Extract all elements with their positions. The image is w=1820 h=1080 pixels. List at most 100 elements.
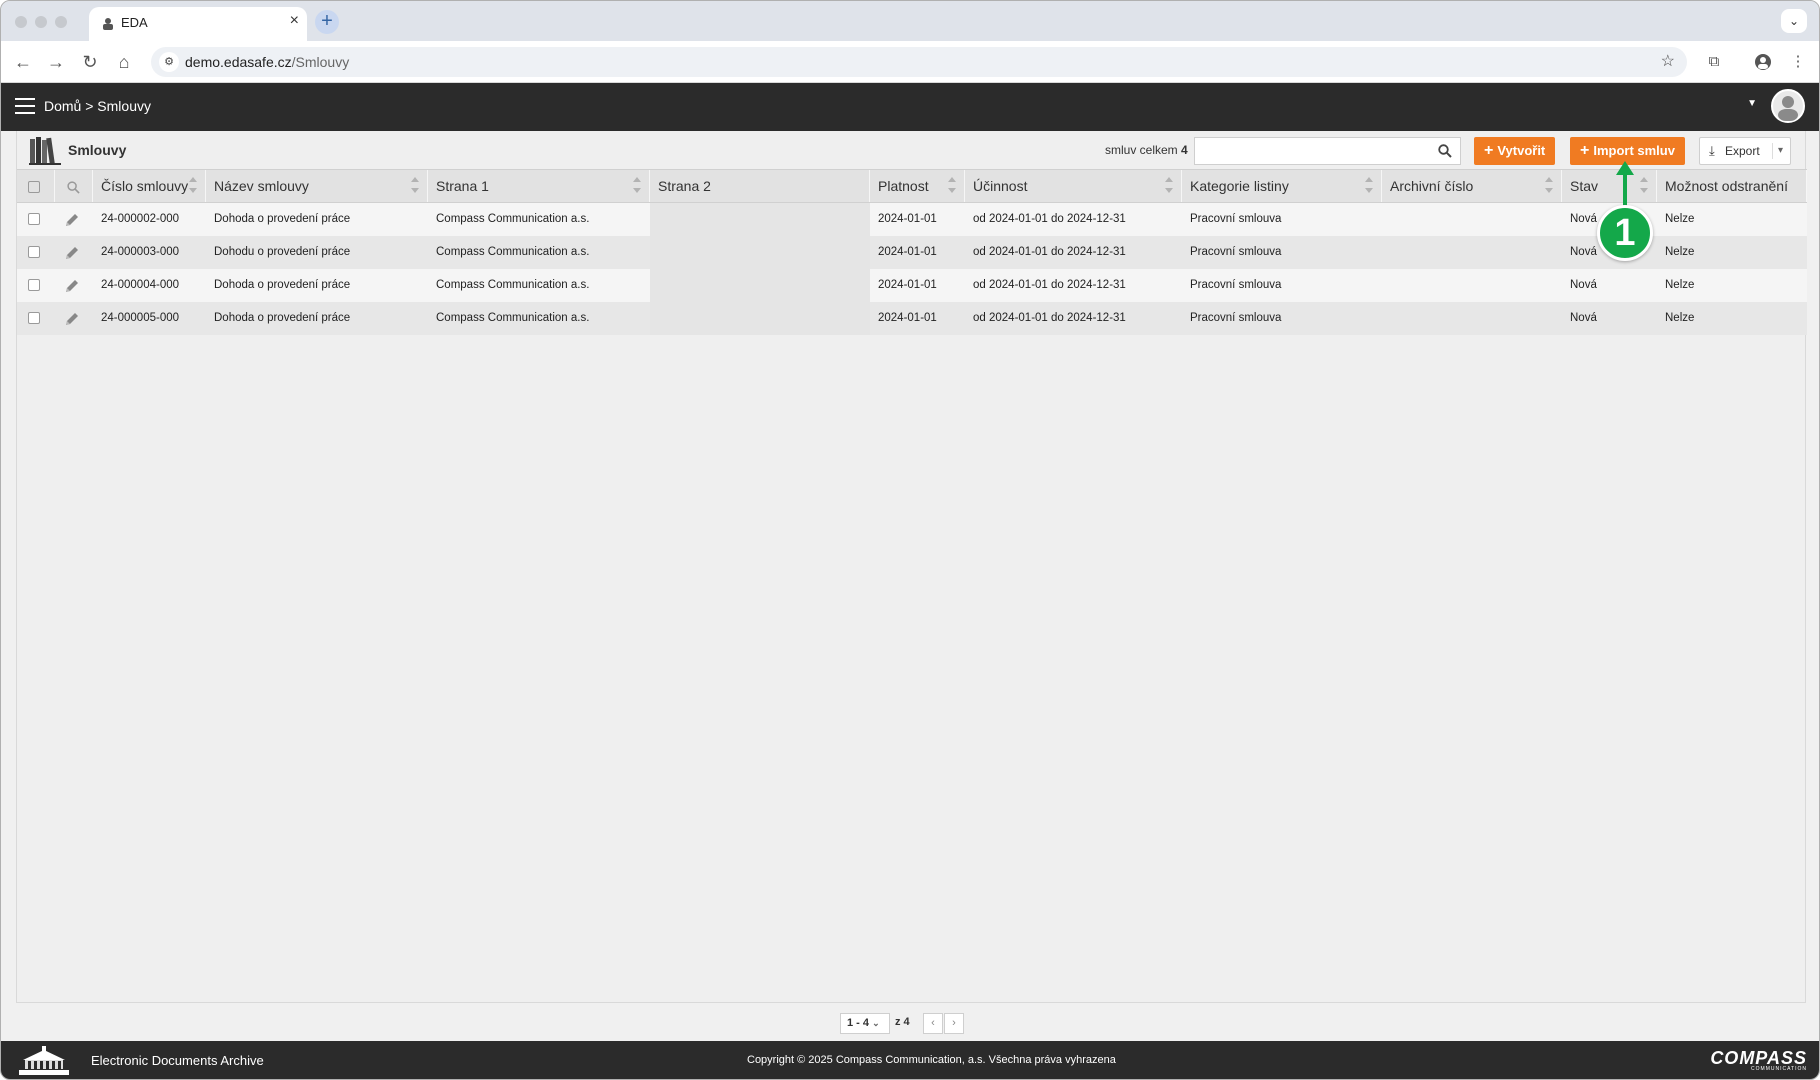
window-minimize-dot[interactable] — [35, 16, 47, 28]
cell-ucinnost: od 2024-01-01 do 2024-12-31 — [973, 213, 1126, 225]
select-all-checkbox[interactable] — [28, 181, 40, 194]
cell-strana2 — [650, 302, 870, 335]
close-icon[interactable]: × — [290, 12, 299, 30]
extensions-icon[interactable]: ⧉ — [1702, 50, 1726, 74]
cell-nazev: Dohoda o provedení práce — [214, 279, 351, 291]
browser-tab[interactable]: EDA × — [89, 7, 307, 41]
more-vert-icon[interactable]: ⋮ — [1786, 50, 1810, 74]
cell-odstraneni: Nelze — [1665, 279, 1695, 291]
hamburger-icon[interactable] — [15, 98, 35, 114]
plus-icon: + — [1580, 142, 1590, 159]
column-header-nazev[interactable]: Název smlouvy — [206, 170, 428, 202]
cell-kategorie: Pracovní smlouva — [1190, 213, 1282, 225]
window-zoom-dot[interactable] — [55, 16, 67, 28]
callout-badge: 1 — [1597, 205, 1653, 261]
sort-icon[interactable] — [1640, 177, 1648, 195]
column-header-ucinnost[interactable]: Účinnost — [965, 170, 1182, 202]
row-checkbox[interactable] — [28, 278, 40, 291]
sort-icon[interactable] — [948, 177, 956, 195]
cell-stav: Nová — [1570, 279, 1597, 291]
browser-toolbar: ← → ↻ ⌂ ⚙ demo.edasafe.cz/Smlouvy ☆ ⧉ ⋮ — [1, 41, 1819, 83]
cell-strana1: Compass Communication a.s. — [436, 213, 590, 225]
reload-icon[interactable]: ↻ — [78, 50, 102, 74]
cell-strana2 — [650, 269, 870, 302]
cell-odstraneni: Nelze — [1665, 312, 1695, 324]
page-size-select[interactable]: 1 - 4 ⌄ — [840, 1013, 890, 1034]
chevron-left-icon[interactable]: ‹ — [923, 1013, 943, 1034]
sort-icon[interactable] — [1365, 177, 1373, 195]
new-tab-plus-icon[interactable]: + — [315, 10, 339, 34]
pencil-icon[interactable] — [63, 310, 81, 328]
sort-icon[interactable] — [1165, 177, 1173, 195]
column-header-odstraneni[interactable]: Možnost odstranění — [1657, 170, 1807, 202]
content-panel: Smlouvy smluv celkem 4 + Vytvořit + Import… — [16, 131, 1807, 1003]
profile-icon[interactable] — [1751, 50, 1775, 74]
cell-archivni — [1382, 269, 1562, 302]
table-row[interactable]: 24-000004-000 Dohoda o provedení práce C… — [17, 269, 1807, 302]
pager-total: z 4 — [895, 1016, 910, 1028]
callout-line — [1623, 173, 1627, 207]
compass-logo: COMPASS COMMUNICATION — [1710, 1048, 1807, 1072]
column-header-strana1[interactable]: Strana 1 — [428, 170, 650, 202]
chevron-right-icon[interactable]: › — [944, 1013, 964, 1034]
forward-icon[interactable]: → — [44, 50, 68, 74]
cell-nazev: Dohoda o provedení práce — [214, 213, 351, 225]
cell-stav: Nová — [1570, 312, 1597, 324]
pencil-icon[interactable] — [63, 277, 81, 295]
cell-nazev: Dohodu o provedení práce — [214, 246, 351, 258]
tab-title: EDA — [121, 15, 148, 30]
cell-strana1: Compass Communication a.s. — [436, 246, 590, 258]
cell-platnost: 2024-01-01 — [878, 213, 937, 225]
footer: Electronic Documents Archive Copyright ©… — [1, 1041, 1819, 1079]
sort-icon[interactable] — [189, 177, 197, 195]
cell-ucinnost: od 2024-01-01 do 2024-12-31 — [973, 312, 1126, 324]
table-row[interactable]: 24-000003-000 Dohodu o provedení práce C… — [17, 236, 1807, 269]
site-settings-icon[interactable]: ⚙ — [159, 52, 179, 72]
search-icon[interactable] — [1438, 144, 1452, 158]
table-row[interactable]: 24-000002-000 Dohoda o provedení práce C… — [17, 203, 1807, 236]
search-input[interactable] — [1195, 138, 1425, 164]
window-close-dot[interactable] — [15, 16, 27, 28]
home-icon[interactable]: ⌂ — [112, 50, 136, 74]
sort-icon[interactable] — [1545, 177, 1553, 195]
footer-copyright: Copyright © 2025 Compass Communication, … — [747, 1054, 1116, 1066]
tab-search-chevron-icon[interactable]: ⌄ — [1781, 9, 1807, 33]
cell-strana2 — [650, 203, 870, 236]
pencil-icon[interactable] — [63, 244, 81, 262]
select-all-cell — [17, 170, 55, 202]
table-header: Číslo smlouvy Název smlouvy Strana 1 Str… — [17, 169, 1807, 203]
address-bar[interactable]: ⚙ demo.edasafe.cz/Smlouvy ☆ — [151, 47, 1687, 77]
sort-icon[interactable] — [411, 177, 419, 195]
column-header-platnost[interactable]: Platnost — [870, 170, 965, 202]
cell-cislo: 24-000004-000 — [101, 279, 180, 291]
filter-cell — [55, 170, 93, 202]
user-avatar-icon[interactable] — [1771, 89, 1805, 123]
cell-strana2 — [650, 236, 870, 269]
column-header-strana2[interactable]: Strana 2 — [650, 170, 870, 202]
table-row[interactable]: 24-000005-000 Dohoda o provedení práce C… — [17, 302, 1807, 335]
pencil-icon[interactable] — [63, 211, 81, 229]
column-header-archivni[interactable]: Archivní číslo — [1382, 170, 1562, 202]
tab-strip: EDA × + ⌄ — [1, 1, 1819, 41]
cell-archivni — [1382, 302, 1562, 335]
column-header-stav[interactable]: Stav — [1562, 170, 1657, 202]
search-field[interactable] — [1194, 137, 1461, 165]
sort-icon[interactable] — [633, 177, 641, 195]
column-header-kategorie[interactable]: Kategorie listiny — [1182, 170, 1382, 202]
footer-app-name: Electronic Documents Archive — [91, 1053, 264, 1068]
page-title: Smlouvy — [68, 142, 127, 158]
plus-icon: + — [1484, 142, 1494, 159]
column-header-cislo[interactable]: Číslo smlouvy — [93, 170, 206, 202]
cell-cislo: 24-000002-000 — [101, 213, 180, 225]
create-button[interactable]: + Vytvořit — [1474, 137, 1556, 165]
archive-building-icon — [19, 1046, 69, 1075]
chevron-down-icon[interactable]: ▾ — [1778, 138, 1783, 164]
back-icon[interactable]: ← — [11, 50, 35, 74]
export-button[interactable]: ⤓ Export ▾ — [1699, 137, 1791, 165]
search-icon[interactable] — [67, 181, 80, 194]
bookmark-star-icon[interactable]: ☆ — [1661, 51, 1675, 71]
user-menu-caret-icon[interactable]: ▼ — [1747, 98, 1757, 109]
row-checkbox[interactable] — [28, 212, 40, 225]
row-checkbox[interactable] — [28, 311, 40, 324]
row-checkbox[interactable] — [28, 245, 40, 258]
